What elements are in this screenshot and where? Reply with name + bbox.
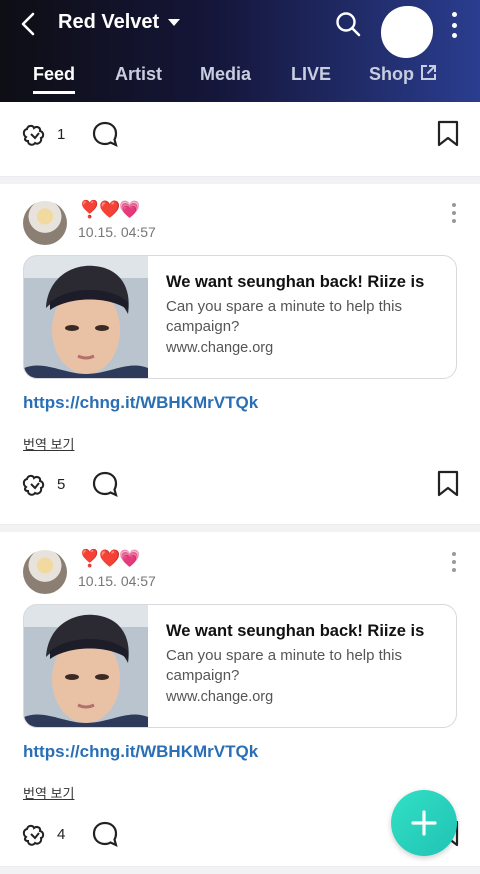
tab-shop-label: Shop xyxy=(369,64,414,84)
link-preview-card[interactable]: We want seunghan back! Riize is Can you … xyxy=(23,604,457,728)
comment-icon[interactable] xyxy=(91,820,119,848)
profile-avatar[interactable] xyxy=(381,6,433,58)
community-title: Red Velvet xyxy=(58,11,160,33)
link-card-description: Can you spare a minute to help this camp… xyxy=(166,298,402,335)
post-link[interactable]: https://chng.it/WBHKMrVTQk xyxy=(23,393,258,413)
reaction-count: 5 xyxy=(57,476,66,493)
link-card-domain: www.change.org xyxy=(166,340,274,356)
author-avatar[interactable] xyxy=(23,201,67,245)
post-divider xyxy=(0,176,480,184)
link-thumbnail xyxy=(24,256,148,378)
plus-icon xyxy=(411,810,437,836)
link-thumbnail xyxy=(24,605,148,727)
tab-live[interactable]: LIVE xyxy=(291,64,331,85)
caret-down-icon xyxy=(168,19,181,26)
translate-link[interactable]: 번역 보기 xyxy=(23,434,74,453)
reaction-emoji: ❣️❤️💗 xyxy=(79,549,141,568)
link-card-description: Can you spare a minute to help this camp… xyxy=(166,647,402,684)
post-time: 10.15. 04:57 xyxy=(78,573,156,589)
back-arrow-icon xyxy=(21,12,35,36)
new-post-button[interactable] xyxy=(391,790,457,856)
reaction-emoji: ❣️❤️💗 xyxy=(79,200,141,219)
app-header: Red Velvet Feed Artist Media LIVE Shop xyxy=(0,0,480,102)
reaction-icon[interactable] xyxy=(20,120,50,150)
tab-artist[interactable]: Artist xyxy=(115,64,162,85)
tab-shop[interactable]: Shop xyxy=(369,64,437,85)
post-divider xyxy=(0,524,480,532)
bookmark-icon[interactable] xyxy=(436,120,460,148)
top-bar: Red Velvet xyxy=(0,0,480,58)
link-card-title: We want seunghan back! Riize is xyxy=(166,273,425,291)
author-avatar[interactable] xyxy=(23,550,67,594)
back-button[interactable] xyxy=(14,10,42,38)
external-link-icon xyxy=(421,65,436,80)
bookmark-icon[interactable] xyxy=(436,470,460,498)
search-icon xyxy=(336,12,361,37)
post-time: 10.15. 04:57 xyxy=(78,224,156,240)
tab-feed[interactable]: Feed xyxy=(33,64,76,94)
post-divider xyxy=(0,866,480,874)
post-actions: 5 xyxy=(0,464,480,508)
post-link[interactable]: https://chng.it/WBHKMrVTQk xyxy=(23,742,258,762)
link-preview-card[interactable]: We want seunghan back! Riize is Can you … xyxy=(23,255,457,379)
post-actions-top: 1 xyxy=(0,114,480,158)
comment-icon[interactable] xyxy=(91,120,119,148)
comment-icon[interactable] xyxy=(91,470,119,498)
tab-media[interactable]: Media xyxy=(200,64,251,85)
reaction-count: 4 xyxy=(57,826,66,843)
more-vertical-icon[interactable] xyxy=(446,12,462,38)
link-card-title: We want seunghan back! Riize is xyxy=(166,622,425,640)
translate-link[interactable]: 번역 보기 xyxy=(23,783,74,802)
nav-tabs: Feed Artist Media LIVE Shop xyxy=(0,58,480,94)
reaction-count: 1 xyxy=(57,126,66,143)
post-more-icon[interactable] xyxy=(450,552,458,572)
search-button[interactable] xyxy=(334,10,362,38)
reaction-icon[interactable] xyxy=(20,820,50,850)
feed-post: ❣️❤️💗 10.15. 04:57 We want seunghan back… xyxy=(0,549,480,802)
community-title-dropdown[interactable]: Red Velvet xyxy=(58,11,181,34)
link-card-domain: www.change.org xyxy=(166,689,274,705)
feed-post: ❣️❤️💗 10.15. 04:57 We want seunghan back… xyxy=(0,200,480,453)
post-more-icon[interactable] xyxy=(450,203,458,223)
reaction-icon[interactable] xyxy=(20,470,50,500)
